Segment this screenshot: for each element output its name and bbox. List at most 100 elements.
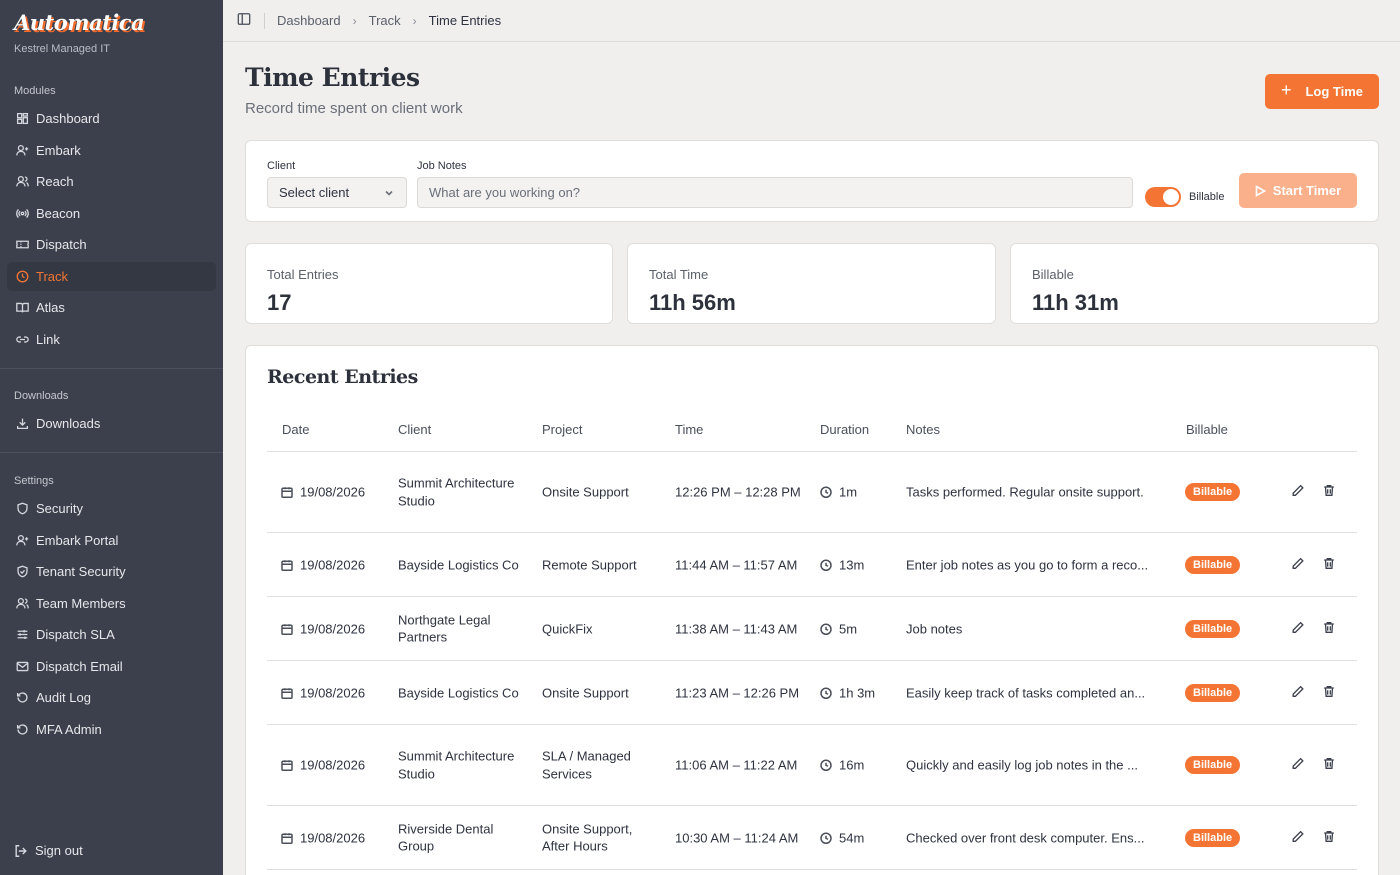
- entry-notes: Checked over front desk computer. Ens...: [906, 829, 1145, 845]
- sidebar-item-team-members[interactable]: Team Members: [7, 589, 216, 618]
- entry-time: 11:23 AM – 12:26 PM: [675, 684, 800, 700]
- entry-duration: 13m: [839, 556, 865, 572]
- sidebar-item-label: Dispatch: [36, 237, 87, 252]
- billable-badge: Billable: [1185, 483, 1241, 501]
- sidebar-item-dispatch-sla[interactable]: Dispatch SLA: [7, 620, 216, 649]
- toggle-knob: [1163, 189, 1179, 205]
- pencil-icon: [1292, 757, 1304, 769]
- breadcrumb-track[interactable]: Track: [369, 13, 401, 28]
- sidebar-item-beacon[interactable]: Beacon: [7, 199, 216, 228]
- column-header-client: Client: [398, 422, 432, 437]
- edit-entry-button[interactable]: [1291, 757, 1305, 774]
- sidebar-item-tenant-security[interactable]: Tenant Security: [7, 557, 216, 586]
- pencil-icon: [1292, 557, 1304, 569]
- start-timer-button[interactable]: Start Timer: [1239, 173, 1357, 208]
- edit-entry-button[interactable]: [1291, 829, 1305, 846]
- sidebar-item-mfa-admin[interactable]: MFA Admin: [7, 715, 216, 744]
- sign-out-button[interactable]: Sign out: [14, 843, 83, 858]
- table-row: 19/08/2026 Bayside Logistics Co Onsite S…: [267, 661, 1357, 725]
- stat-card-billable: Billable 11h 31m: [1010, 243, 1379, 324]
- sidebar-item-audit-log[interactable]: Audit Log: [7, 683, 216, 712]
- edit-entry-button[interactable]: [1291, 620, 1305, 637]
- breadcrumb-dashboard[interactable]: Dashboard: [277, 13, 341, 28]
- billable-badge: Billable: [1185, 756, 1241, 774]
- delete-entry-button[interactable]: [1322, 757, 1336, 774]
- log-time-button[interactable]: + Log Time: [1265, 74, 1379, 109]
- sidebar-item-dispatch-email[interactable]: Dispatch Email: [7, 652, 216, 681]
- job-notes-label: Job Notes: [417, 160, 467, 172]
- sidebar-item-security[interactable]: Security: [7, 494, 216, 523]
- sign-out-label: Sign out: [35, 843, 83, 858]
- job-notes-input[interactable]: [417, 177, 1133, 208]
- entry-notes: Enter job notes as you go to form a reco…: [906, 556, 1149, 572]
- shield-icon: [15, 502, 29, 516]
- entry-time: 11:38 AM – 11:43 AM: [675, 620, 798, 636]
- stat-card-total-entries: Total Entries 17: [245, 243, 613, 324]
- sidebar-item-atlas[interactable]: Atlas: [7, 293, 216, 322]
- entry-notes: Tasks performed. Regular onsite support.: [906, 484, 1144, 500]
- sidebar-item-embark-portal[interactable]: Embark Portal: [7, 526, 216, 555]
- entry-notes: Job notes: [906, 620, 963, 636]
- clock-icon: [820, 830, 839, 845]
- entry-duration: 54m: [839, 829, 865, 845]
- entry-date: 19/08/2026: [300, 757, 366, 773]
- entry-project: QuickFix: [542, 620, 593, 636]
- topbar: Dashboard › Track › Time Entries: [223, 0, 1400, 42]
- entry-client: Summit Architecture Studio: [398, 748, 515, 782]
- stat-value: 11h 56m: [649, 290, 736, 315]
- entry-project: Remote Support: [542, 556, 637, 572]
- billable-badge: Billable: [1185, 555, 1241, 574]
- entry-date-cell: 19/08/2026: [281, 483, 365, 501]
- trash-icon: [1324, 758, 1334, 769]
- table-row: 19/08/2026 Riverside Dental Group Onsite…: [267, 806, 1357, 870]
- sidebar-item-link[interactable]: Link: [7, 325, 216, 354]
- delete-entry-button[interactable]: [1322, 620, 1336, 637]
- sidebar-item-downloads[interactable]: Downloads: [7, 409, 216, 438]
- sliders-icon: [15, 628, 29, 642]
- brand-logo[interactable]: Automatica: [14, 10, 145, 35]
- clock-icon: [820, 685, 839, 700]
- edit-entry-button[interactable]: [1291, 556, 1305, 573]
- entry-client: Northgate Legal Partners: [398, 612, 491, 645]
- stat-label: Billable: [1032, 267, 1074, 282]
- sidebar-item-label: Team Members: [36, 596, 126, 611]
- clock-icon: [15, 270, 29, 284]
- trash-icon: [1324, 685, 1334, 697]
- trash-icon: [1324, 557, 1334, 569]
- client-select[interactable]: Select client: [267, 177, 407, 208]
- delete-entry-button[interactable]: [1322, 556, 1336, 573]
- sidebar-toggle-button[interactable]: [237, 12, 251, 29]
- pencil-icon: [1292, 484, 1304, 496]
- clock-icon: [820, 484, 839, 499]
- sidebar-item-dashboard[interactable]: Dashboard: [7, 104, 216, 133]
- delete-entry-button[interactable]: [1322, 684, 1336, 701]
- entry-date: 19/08/2026: [300, 556, 366, 572]
- sidebar-item-embark[interactable]: Embark: [7, 136, 216, 165]
- sidebar-item-reach[interactable]: Reach: [7, 167, 216, 196]
- sidebar-item-dispatch[interactable]: Dispatch: [7, 230, 216, 259]
- entry-time: 12:26 PM – 12:28 PM: [675, 484, 801, 500]
- sidebar-item-label: MFA Admin: [36, 722, 102, 737]
- start-timer-label: Start Timer: [1272, 183, 1342, 198]
- pencil-icon: [1292, 621, 1304, 633]
- clock-icon: [820, 757, 839, 772]
- billable-toggle[interactable]: [1145, 187, 1181, 207]
- page-subtitle: Record time spent on client work: [245, 100, 463, 117]
- book-icon: [15, 301, 29, 315]
- delete-entry-button[interactable]: [1322, 484, 1336, 501]
- billable-toggle-label: Billable: [1189, 191, 1225, 203]
- delete-entry-button[interactable]: [1322, 829, 1336, 846]
- column-header-duration: Duration: [820, 422, 870, 437]
- entry-date-cell: 19/08/2026: [281, 556, 365, 574]
- entry-duration-cell: 13m: [820, 556, 864, 574]
- sidebar-item-track[interactable]: Track: [7, 262, 216, 291]
- sidebar-divider: [0, 368, 223, 369]
- entry-time: 11:06 AM – 11:22 AM: [675, 757, 798, 773]
- edit-entry-button[interactable]: [1291, 684, 1305, 701]
- billable-badge: Billable: [1185, 683, 1241, 702]
- entry-duration-cell: 16m: [820, 756, 864, 774]
- pencil-icon: [1292, 830, 1304, 842]
- edit-entry-button[interactable]: [1291, 484, 1305, 501]
- sidebar: Automatica Kestrel Managed IT Modules Da…: [0, 0, 223, 875]
- entry-time: 10:30 AM – 11:24 AM: [675, 829, 799, 845]
